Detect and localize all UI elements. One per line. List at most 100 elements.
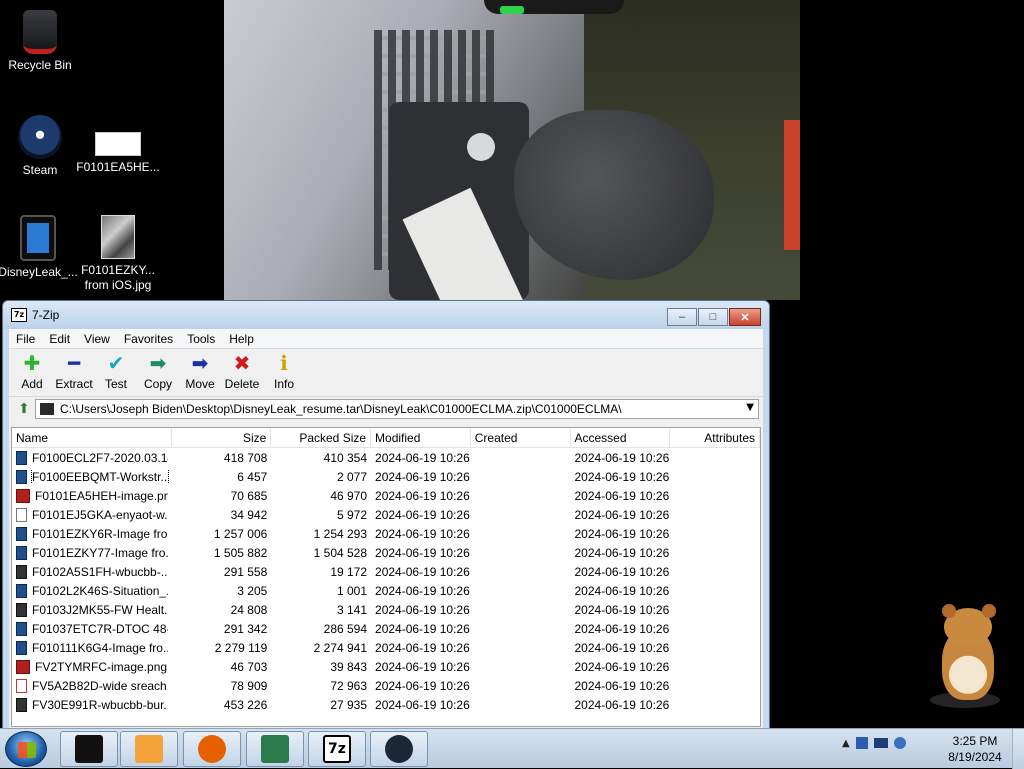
clock-date: 8/19/2024 [948,750,1002,764]
tray-devices-icon[interactable] [855,737,868,749]
menu-view[interactable]: View [77,332,117,346]
desktop-icon-label-line2: from iOS.jpg [84,278,152,292]
toolbar-extract-button[interactable]: ━ Extract [53,351,95,391]
tray-overflow-icon[interactable]: ▲ [842,738,850,749]
close-button[interactable]: ✕ [729,308,761,326]
toolbar-copy-button[interactable]: ➡ Copy [137,351,179,391]
file-modified-cell: 2024-06-19 10:26 [375,488,470,503]
file-accessed-cell: 2024-06-19 10:26 [574,488,670,503]
file-pdf-icon [16,678,27,693]
file-modified-cell: 2024-06-19 10:26 [375,545,470,560]
file-rows: F0100ECL2F7-2020.03.14... 418 708 410 354 2… [12,448,760,714]
file-name: FV2TYMRFC-image.png [35,659,168,674]
file-row[interactable]: F010111K6G4-Image fro... 2 279 119 2 274 9… [12,638,760,657]
file-row[interactable]: F0101EZKY6R-Image fro... 1 257 006 1 254 2… [12,524,760,543]
file-modified-cell: 2024-06-19 10:26 [375,678,470,693]
file-name-cell: F0101EJ5GKA-enyaot-w... [12,507,172,522]
menu-edit[interactable]: Edit [42,332,77,346]
recycle-bin-icon [23,10,57,54]
extract-icon: ━ [67,351,81,375]
maximize-button[interactable]: □ [698,308,728,326]
file-row[interactable]: FV5A2B82D-wide sreach... 78 909 72 963 2024… [12,676,760,695]
up-folder-icon[interactable]: ⬆ [13,399,35,419]
file-name-cell: F0101EZKY77-Image fro... [12,545,172,560]
file-row[interactable]: FV30E991R-wbucbb-bur... 453 226 27 935 2024… [12,695,760,714]
file-row[interactable]: F01037ETC7R-DTOC 48-... 291 342 286 594 202… [12,619,760,638]
menu-favorites[interactable]: Favorites [117,332,180,346]
minimize-button[interactable]: – [667,308,697,326]
chevron-down-icon[interactable]: ▼ [746,402,754,413]
desktop-icon-recycle-bin[interactable]: Recycle Bin [0,10,80,73]
desktop-icon-disneyleak[interactable]: DisneyLeak_... [0,215,78,280]
tray-monitor-icon[interactable] [873,738,888,748]
toolbar-button-label: Info [273,377,294,391]
file-row[interactable]: F0100EEBQMT-Workstr... 6 457 2 077 2024-06-… [12,467,760,486]
desktop-icon-label: Recycle Bin [8,58,72,72]
desktop-icon-steam[interactable]: Steam [0,115,80,178]
file-packed-cell: 2 274 941 [313,640,368,655]
file-row[interactable]: F0102L2K46S-Situation_... 3 205 1 001 2024-… [12,581,760,600]
file-blue-icon [16,583,27,598]
taskbar-item-media-player[interactable] [120,731,178,767]
file-modified-cell: 2024-06-19 10:26 [375,450,470,465]
file-accessed-cell: 2024-06-19 10:26 [574,450,670,465]
taskbar-item-editor[interactable] [246,731,304,767]
column-header-modified[interactable]: Modified [371,428,471,448]
hamster-gadget[interactable] [930,600,1010,710]
file-size-cell: 418 708 [223,450,268,465]
file-name: F0101EJ5GKA-enyaot-w... [32,507,168,522]
menu-file[interactable]: File [9,332,42,346]
taskbar-item-steam[interactable] [370,731,428,767]
file-packed-cell: 46 970 [330,488,368,503]
start-button[interactable] [5,731,47,767]
column-header-created[interactable]: Created [471,428,571,448]
file-accessed-cell: 2024-06-19 10:26 [574,602,670,617]
desktop-icon-photo-file[interactable]: F0101EZKY... from iOS.jpg [76,215,160,293]
clock[interactable]: 3:25 PM 8/19/2024 [940,733,1010,765]
toolbar-test-button[interactable]: ✔ Test [95,351,137,391]
file-row[interactable]: F0102A5S1FH-wbucbb-... 291 558 19 172 2024-… [12,562,760,581]
file-packed-cell: 3 141 [337,602,368,617]
file-row[interactable]: F0101EA5HEH-image.png 70 685 46 970 2024-06… [12,486,760,505]
tray-network-icon[interactable] [893,737,906,749]
file-row[interactable]: FV2TYMRFC-image.png 46 703 39 843 2024-06-1… [12,657,760,676]
file-name-cell: FV2TYMRFC-image.png [12,659,172,674]
toolbar-delete-button[interactable]: ✖ Delete [221,351,263,391]
menu-help[interactable]: Help [222,332,261,346]
menu-tools[interactable]: Tools [180,332,222,346]
file-row[interactable]: F0101EJ5GKA-enyaot-w... 34 942 5 972 2024-0… [12,505,760,524]
file-list: Name Size Packed Size Modified Created A… [11,427,761,727]
column-header-accessed[interactable]: Accessed [571,428,671,448]
taskbar-item-firefox[interactable] [183,731,241,767]
file-size-cell: 46 703 [230,659,268,674]
file-name: F0100EEBQMT-Workstr... [31,469,169,484]
file-name: F01037ETC7R-DTOC 48-... [32,621,168,636]
toolbar-move-button[interactable]: ➡ Move [179,351,221,391]
taskbar-item-7zip[interactable]: 7z [308,731,366,767]
file-name-cell: F010111K6G4-Image fro... [12,640,172,655]
file-packed-cell: 27 935 [330,697,368,712]
show-desktop-button[interactable] [1012,729,1024,769]
toolbar-info-button[interactable]: ℹ Info [263,351,305,391]
file-packed-cell: 2 077 [337,469,368,484]
column-header-attributes[interactable]: Attributes [670,428,760,448]
path-field[interactable]: C:\Users\Joseph Biden\Desktop\DisneyLeak… [35,399,759,419]
sevenzip-window: 7z 7-Zip – □ ✕ File Edit View Favorites … [2,300,770,728]
file-row[interactable]: F0100ECL2F7-2020.03.14... 418 708 410 354 2… [12,448,760,467]
desktop-icon-label: DisneyLeak_... [0,265,78,279]
toolbar-add-button[interactable]: ✚ Add [11,351,53,391]
file-packed-cell: 1 254 293 [313,526,368,541]
column-header-packed-size[interactable]: Packed Size [271,428,372,448]
file-packed-cell: 5 972 [337,507,368,522]
file-row[interactable]: F0101EZKY77-Image fro... 1 505 882 1 504 5… [12,543,760,562]
file-row[interactable]: F0103J2MK55-FW Healt... 24 808 3 141 2024-0… [12,600,760,619]
archive-file-icon [20,215,56,261]
title-bar[interactable]: 7z 7-Zip – □ ✕ [3,301,769,329]
desktop-icon-image-file[interactable]: F0101EA5HE... [76,120,160,175]
file-modified-cell: 2024-06-19 10:26 [375,564,470,579]
column-header-name[interactable]: Name [12,428,172,448]
column-header-size[interactable]: Size [172,428,272,448]
window-client-area: File Edit View Favorites Tools Help ✚ Add… [9,329,763,728]
taskbar-item-device[interactable] [60,731,118,767]
folder-icon [40,403,54,415]
